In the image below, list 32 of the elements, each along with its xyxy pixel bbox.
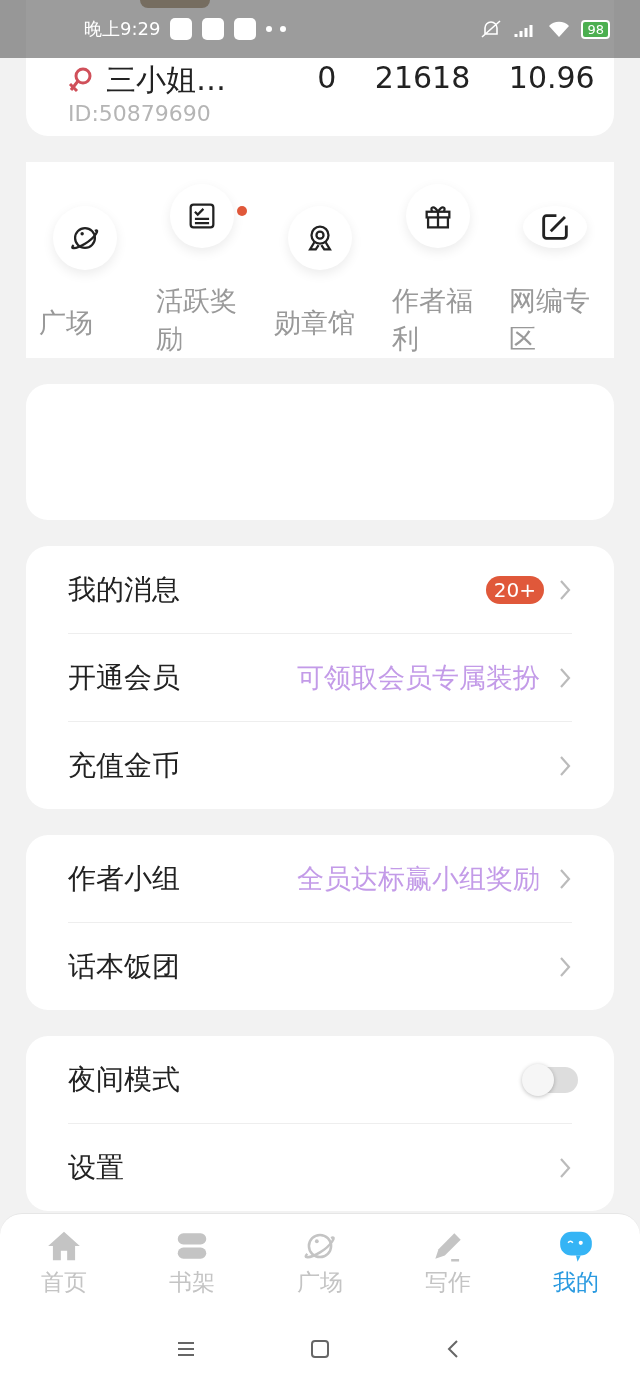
stat-value: 10.96 <box>508 60 595 95</box>
app-notification-icon <box>234 18 257 40</box>
menu-item-label: 夜间模式 <box>68 1061 180 1098</box>
stat-value: 0 <box>317 60 337 95</box>
shortcut-label[interactable]: 广场 <box>38 304 131 342</box>
stat-value: 21618 <box>374 60 471 95</box>
shortcut-label[interactable]: 网编专区 <box>509 282 602 358</box>
menu-item-label[interactable]: 开通会员 <box>68 658 180 697</box>
menu-item-label[interactable]: 话本饭团 <box>68 947 180 986</box>
app-notification-icon <box>170 18 193 40</box>
user-id: ID:50879690 <box>68 101 212 126</box>
tab[interactable]: 广场 <box>256 1214 384 1310</box>
promo-hint: 全员达标赢小组奖励 <box>297 861 540 896</box>
shortcut-label[interactable]: 活跃奖励 <box>156 282 249 358</box>
promo-hint: 可领取会员专属装扮 <box>297 660 540 695</box>
tab[interactable]: 我的 <box>512 1214 640 1310</box>
app-notification-icon <box>202 18 225 40</box>
shortcut-label[interactable]: 勋章馆 <box>274 304 366 342</box>
wifi-icon <box>547 19 572 39</box>
tab[interactable]: 首页 <box>0 1214 128 1310</box>
menu-item-label[interactable]: 作者小组 <box>68 859 180 898</box>
menu-item-label[interactable]: 设置 <box>68 1148 124 1187</box>
avatar-placeholder <box>140 0 210 8</box>
user-name: 三小姐… <box>106 61 226 99</box>
status-time: 晚上9:29 <box>84 17 161 41</box>
shortcut-label[interactable]: 作者福利 <box>391 282 484 358</box>
tab[interactable]: 书架 <box>128 1214 256 1310</box>
count-badge: 20+ <box>485 575 544 604</box>
more-icon <box>266 26 287 32</box>
tab[interactable]: 写作 <box>384 1214 512 1310</box>
menu-item-label[interactable]: 充值金币 <box>68 746 180 785</box>
menu-item-label[interactable]: 我的消息 <box>68 570 180 609</box>
